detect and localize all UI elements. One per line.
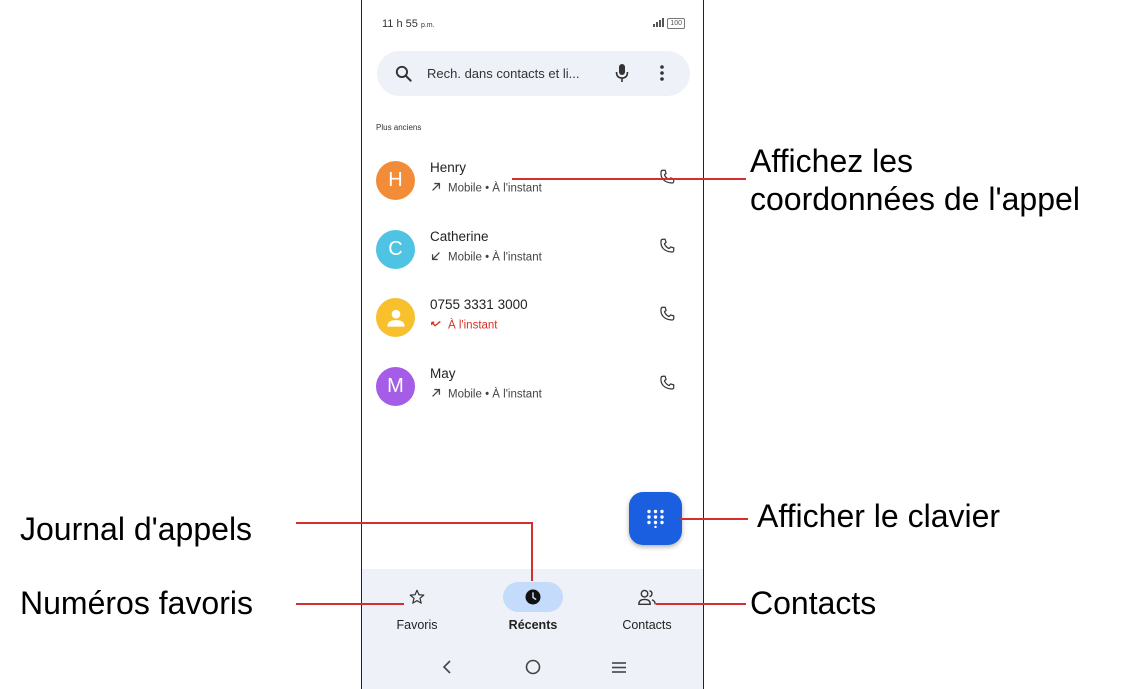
annotation-line-call-log-h xyxy=(296,522,532,524)
phone-icon[interactable] xyxy=(658,305,676,328)
nav-contacts[interactable]: Contacts xyxy=(597,582,697,632)
battery-icon: 100 xyxy=(667,18,685,29)
recent-apps-icon[interactable] xyxy=(612,662,626,673)
call-detail: Mobile • À l'instant xyxy=(430,181,542,196)
contact-avatar[interactable] xyxy=(376,298,415,337)
call-detail-text: Mobile • À l'instant xyxy=(448,251,542,264)
search-input[interactable]: Rech. dans contacts et li... xyxy=(427,66,579,81)
callout-contacts: Contacts xyxy=(750,585,877,621)
status-time-text: 11 h 55 xyxy=(382,18,418,30)
status-icons: 100 xyxy=(653,18,685,29)
status-bar: 11 h 55 p.m. 100 xyxy=(382,18,685,34)
nav-contacts-label: Contacts xyxy=(622,618,672,632)
call-log-item[interactable]: H Henry Mobile • À l'instant xyxy=(362,153,703,213)
search-bar[interactable]: Rech. dans contacts et li... xyxy=(377,51,690,96)
nav-favorites[interactable]: Favoris xyxy=(367,582,467,632)
call-contact-name: Catherine xyxy=(430,229,489,244)
nav-recents-icon-wrap xyxy=(503,582,563,612)
phone-icon[interactable] xyxy=(658,374,676,397)
outgoing-call-icon xyxy=(430,387,444,402)
person-icon xyxy=(386,309,405,327)
missed-call-icon xyxy=(430,318,444,333)
outgoing-call-icon xyxy=(430,181,444,196)
call-detail: Mobile • À l'instant xyxy=(430,387,542,402)
section-header: Plus anciens xyxy=(376,123,422,132)
call-detail-text: Mobile • À l'instant xyxy=(448,388,542,401)
callout-call-details-line2: coordonnées de l'appel xyxy=(750,181,1080,217)
home-icon[interactable] xyxy=(525,659,541,675)
callout-favorites: Numéros favoris xyxy=(20,585,253,621)
star-icon xyxy=(409,589,425,604)
nav-recents[interactable]: Récents xyxy=(483,582,583,632)
contact-avatar[interactable]: C xyxy=(376,230,415,269)
call-contact-name: May xyxy=(430,366,456,381)
dialpad-button[interactable] xyxy=(629,492,682,545)
contacts-icon xyxy=(638,589,656,606)
call-detail-text: À l'instant xyxy=(448,319,498,332)
call-log-item[interactable]: M May Mobile • À l'instant xyxy=(362,359,703,419)
call-detail: Mobile • À l'instant xyxy=(430,250,542,265)
annotation-line-favorites xyxy=(296,603,404,605)
nav-favorites-icon-wrap xyxy=(387,582,447,612)
callout-call-details: Affichez les coordonnées de l'appel xyxy=(750,142,1080,218)
back-icon[interactable] xyxy=(442,659,452,675)
annotation-line-call-log-v xyxy=(531,522,533,581)
call-contact-name: 0755 3331 3000 xyxy=(430,297,528,312)
contact-avatar[interactable]: H xyxy=(376,161,415,200)
dialpad-icon xyxy=(647,509,664,528)
microphone-icon[interactable] xyxy=(615,63,629,83)
search-icon[interactable] xyxy=(394,64,413,83)
annotation-line-dialpad xyxy=(680,518,748,520)
callout-call-details-line1: Affichez les xyxy=(750,143,914,179)
incoming-call-icon xyxy=(430,250,444,265)
clock-icon xyxy=(525,589,541,605)
call-detail-text: Mobile • À l'instant xyxy=(448,182,542,195)
more-options-icon[interactable] xyxy=(659,64,665,82)
nav-favorites-label: Favoris xyxy=(396,618,438,632)
call-log-item[interactable]: 0755 3331 3000 À l'instant xyxy=(362,290,703,350)
status-ampm: p.m. xyxy=(420,22,435,29)
signal-icon xyxy=(653,18,665,28)
phone-icon[interactable] xyxy=(658,237,676,260)
call-contact-name: Henry xyxy=(430,160,467,175)
callout-dialpad: Afficher le clavier xyxy=(757,498,1001,534)
nav-recents-label: Récents xyxy=(508,618,558,632)
status-time: 11 h 55 p.m. xyxy=(382,18,435,30)
phone-screen: 11 h 55 p.m. 100 Rech. dans contacts et … xyxy=(361,0,704,689)
callout-call-log: Journal d'appels xyxy=(20,511,253,547)
call-detail: À l'instant xyxy=(430,318,498,333)
annotation-line-contacts xyxy=(656,603,746,605)
bottom-navigation: Favoris Récents Contacts xyxy=(362,569,703,689)
nav-contacts-icon-wrap xyxy=(617,582,677,612)
call-log-item[interactable]: C Catherine Mobile • À l'instant xyxy=(362,222,703,282)
contact-avatar[interactable]: M xyxy=(376,367,415,406)
annotation-line-call-details xyxy=(512,178,746,180)
